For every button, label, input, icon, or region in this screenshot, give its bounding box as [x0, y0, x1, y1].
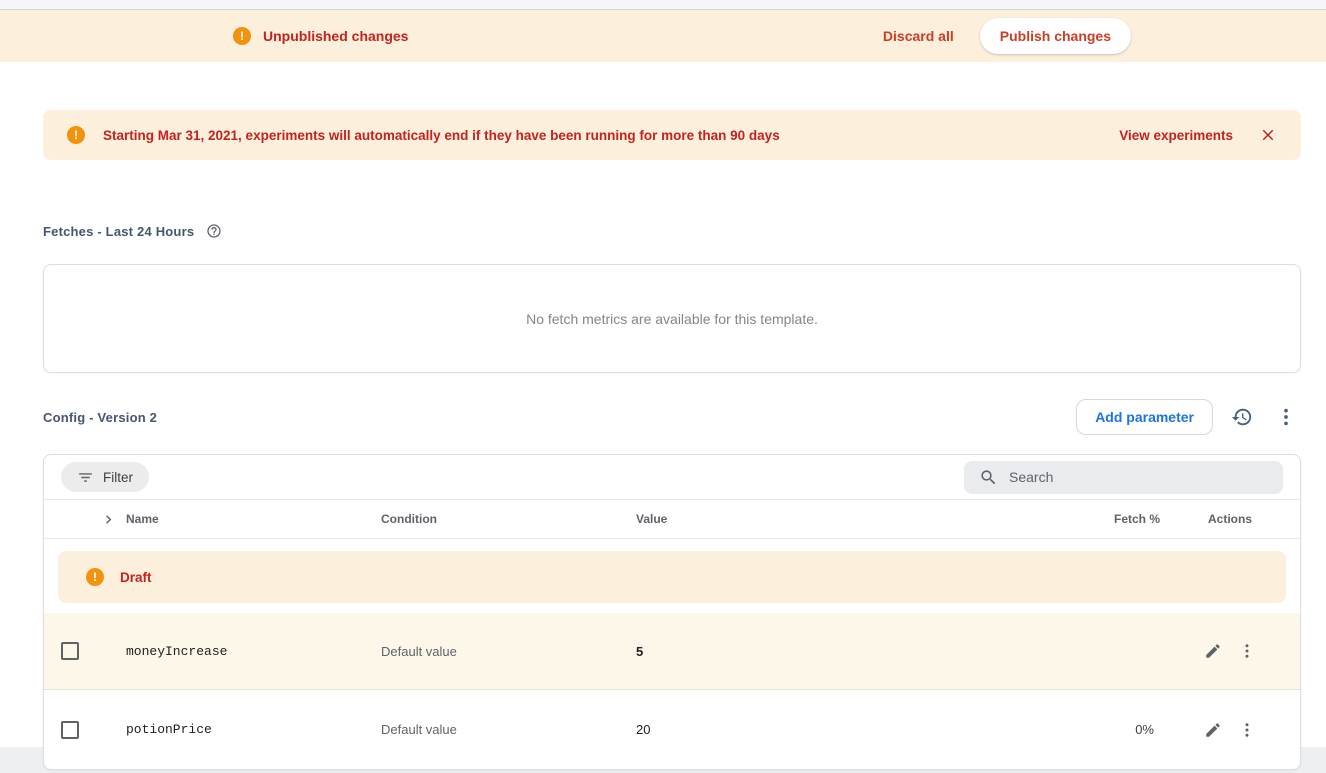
top-strip: [0, 0, 1326, 10]
version-history-button[interactable]: [1227, 402, 1257, 432]
kebab-menu-icon: [1238, 642, 1256, 660]
table-header-row: Name Condition Value Fetch % Actions: [44, 499, 1300, 539]
parameter-name: potionPrice: [126, 722, 381, 737]
search-box[interactable]: [964, 461, 1283, 494]
column-header-name: Name: [126, 512, 381, 526]
experiments-notice-message: Starting Mar 31, 2021, experiments will …: [103, 128, 780, 143]
unpublished-changes-message: Unpublished changes: [263, 28, 408, 44]
warning-icon: !: [233, 27, 251, 45]
column-header-fetch: Fetch %: [1064, 512, 1160, 526]
pencil-icon: [1204, 721, 1222, 739]
expand-all-button[interactable]: [44, 507, 126, 532]
row-overflow-menu-button[interactable]: [1234, 717, 1260, 743]
parameter-value: 5: [636, 644, 1064, 659]
edit-parameter-button[interactable]: [1200, 638, 1226, 664]
filter-chip[interactable]: Filter: [61, 462, 149, 492]
chevron-right-icon: [100, 511, 117, 528]
help-icon: [206, 223, 222, 239]
fetches-help-button[interactable]: [202, 219, 226, 243]
discard-all-button[interactable]: Discard all: [871, 20, 966, 52]
warning-icon: !: [67, 126, 85, 144]
edit-parameter-button[interactable]: [1200, 717, 1226, 743]
filter-icon: [77, 469, 94, 486]
search-icon: [979, 468, 998, 487]
fetches-section-title: Fetches - Last 24 Hours: [43, 224, 194, 239]
parameter-condition: Default value: [381, 722, 636, 737]
kebab-menu-icon: [1238, 721, 1256, 739]
row-checkbox[interactable]: [61, 642, 79, 660]
draft-banner: ! Draft: [58, 551, 1286, 603]
parameter-value: 20: [636, 722, 1064, 737]
publish-changes-button[interactable]: Publish changes: [980, 18, 1131, 54]
column-header-condition: Condition: [381, 512, 636, 526]
column-header-value: Value: [636, 512, 1064, 526]
close-icon: [1259, 126, 1277, 144]
warning-icon: !: [86, 568, 104, 586]
parameters-table-card: Filter Name Condition Value Fetch % Acti…: [43, 454, 1301, 770]
page-content: ! Starting Mar 31, 2021, experiments wil…: [0, 62, 1326, 747]
table-row-moneyIncrease: moneyIncrease Default value 5: [44, 613, 1300, 690]
row-overflow-menu-button[interactable]: [1234, 638, 1260, 664]
close-banner-button[interactable]: [1255, 122, 1281, 148]
experiments-notice-banner: ! Starting Mar 31, 2021, experiments wil…: [43, 110, 1301, 160]
fetch-metrics-empty-message: No fetch metrics are available for this …: [526, 311, 818, 327]
fetch-metrics-card: No fetch metrics are available for this …: [43, 264, 1301, 373]
parameter-fetch-percent: 0%: [1064, 722, 1160, 737]
history-icon: [1231, 406, 1253, 428]
table-row-potionPrice: potionPrice Default value 20 0%: [44, 690, 1300, 769]
add-parameter-button[interactable]: Add parameter: [1076, 399, 1213, 435]
draft-label: Draft: [120, 570, 152, 585]
view-experiments-button[interactable]: View experiments: [1115, 122, 1237, 149]
parameter-condition: Default value: [381, 644, 636, 659]
column-header-actions: Actions: [1160, 512, 1300, 526]
parameter-name: moneyIncrease: [126, 644, 381, 659]
filter-label: Filter: [103, 470, 133, 485]
config-overflow-menu-button[interactable]: [1271, 402, 1301, 432]
row-checkbox[interactable]: [61, 721, 79, 739]
unpublished-changes-banner: ! Unpublished changes Discard all Publis…: [0, 10, 1326, 62]
pencil-icon: [1204, 642, 1222, 660]
search-input[interactable]: [1009, 469, 1273, 485]
kebab-menu-icon: [1275, 406, 1297, 428]
config-section-title: Config - Version 2: [43, 410, 157, 425]
